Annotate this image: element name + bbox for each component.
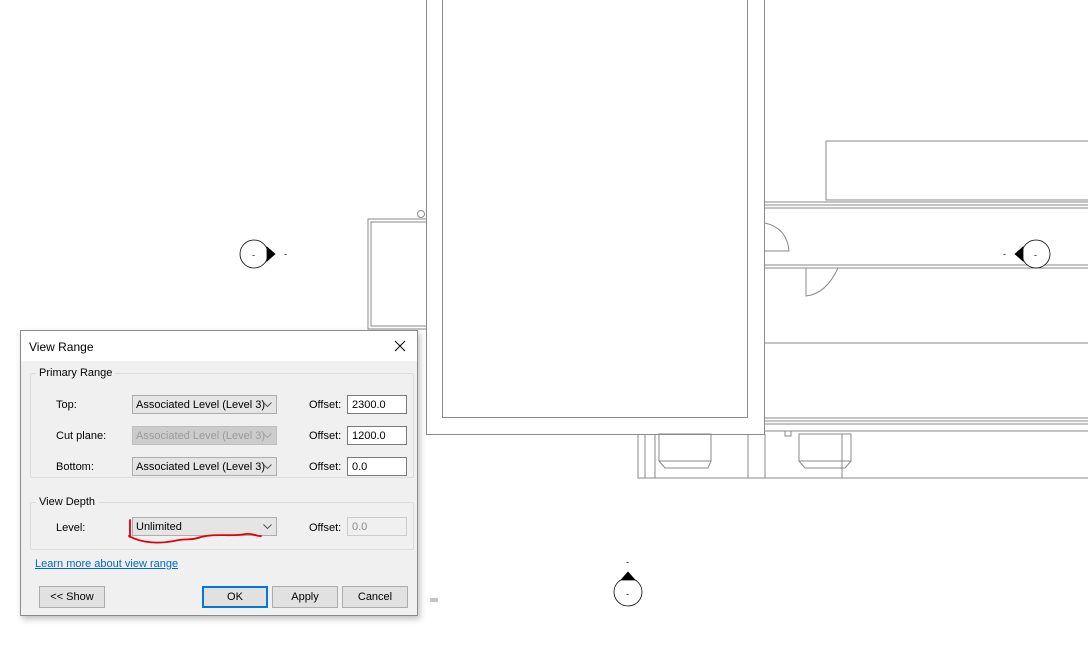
elevation-marker-bottom: - -	[613, 557, 643, 607]
svg-text:-: -	[626, 589, 629, 599]
chevron-down-icon	[263, 464, 272, 470]
view-depth-label: View Depth	[36, 496, 99, 508]
top-offset-input[interactable]	[347, 395, 407, 414]
top-offset-field[interactable]	[348, 396, 406, 413]
bottom-level-value: Associated Level (Level 3)	[136, 461, 266, 473]
primary-range-label: Primary Range	[36, 367, 116, 379]
cut-plane-offset-label: Offset:	[309, 430, 342, 442]
plan-wall-outer	[426, 0, 765, 435]
top-level-value: Associated Level (Level 3)	[136, 399, 266, 411]
view-range-dialog: View Range Primary Range Top: Associated…	[20, 330, 418, 616]
dialog-title: View Range	[29, 340, 94, 354]
bottom-offset-label: Offset:	[309, 461, 342, 473]
chevron-down-icon	[263, 433, 272, 439]
svg-text:-: -	[1003, 249, 1006, 259]
view-depth-level-value: Unlimited	[136, 521, 182, 533]
primary-range-group: Primary Range Top: Associated Level (Lev…	[30, 367, 414, 478]
close-icon	[394, 340, 406, 352]
bottom-offset-input[interactable]	[347, 457, 407, 476]
plan-box-right	[825, 140, 1088, 201]
apply-button[interactable]: Apply	[272, 586, 338, 608]
dialog-titlebar[interactable]: View Range	[21, 331, 417, 361]
view-depth-offset-field	[348, 518, 406, 535]
plan-room-left	[367, 218, 426, 330]
cut-plane-label: Cut plane:	[56, 430, 107, 442]
learn-more-link[interactable]: Learn more about view range	[35, 558, 178, 570]
close-button[interactable]	[383, 331, 417, 361]
cancel-button[interactable]: Cancel	[342, 586, 408, 608]
elevation-marker-right: - -	[1003, 239, 1051, 269]
view-depth-offset-input	[347, 517, 407, 536]
ok-button[interactable]: OK	[202, 586, 268, 608]
view-depth-group: View Depth Level: Unlimited Offset:	[30, 496, 414, 550]
chevron-down-icon	[263, 402, 272, 408]
cut-plane-offset-input[interactable]	[347, 426, 407, 445]
door-swing-lower	[805, 267, 839, 297]
top-offset-label: Offset:	[309, 399, 342, 411]
bottom-level-select[interactable]: Associated Level (Level 3)	[132, 457, 277, 476]
svg-text:-: -	[626, 557, 629, 567]
top-label: Top:	[56, 399, 77, 411]
view-depth-offset-label: Offset:	[309, 522, 342, 534]
view-depth-level-label: Level:	[56, 522, 86, 534]
show-button[interactable]: << Show	[39, 586, 105, 608]
bottom-label: Bottom:	[56, 461, 94, 473]
cut-plane-offset-field[interactable]	[348, 427, 406, 444]
plan-wall-inner	[442, 0, 748, 418]
top-level-select[interactable]: Associated Level (Level 3)	[132, 395, 277, 414]
cut-plane-level-value: Associated Level (Level 3)	[136, 430, 266, 442]
cut-plane-level-select: Associated Level (Level 3)	[132, 426, 277, 445]
svg-text:-: -	[1034, 250, 1037, 260]
chevron-down-icon	[263, 524, 272, 530]
svg-text:-: -	[284, 249, 287, 259]
svg-text:-: -	[252, 250, 255, 260]
view-depth-level-select[interactable]: Unlimited	[132, 517, 277, 536]
door-swing-upper	[764, 222, 790, 252]
elevation-marker-left: - -	[239, 239, 287, 269]
bottom-offset-field[interactable]	[348, 458, 406, 475]
